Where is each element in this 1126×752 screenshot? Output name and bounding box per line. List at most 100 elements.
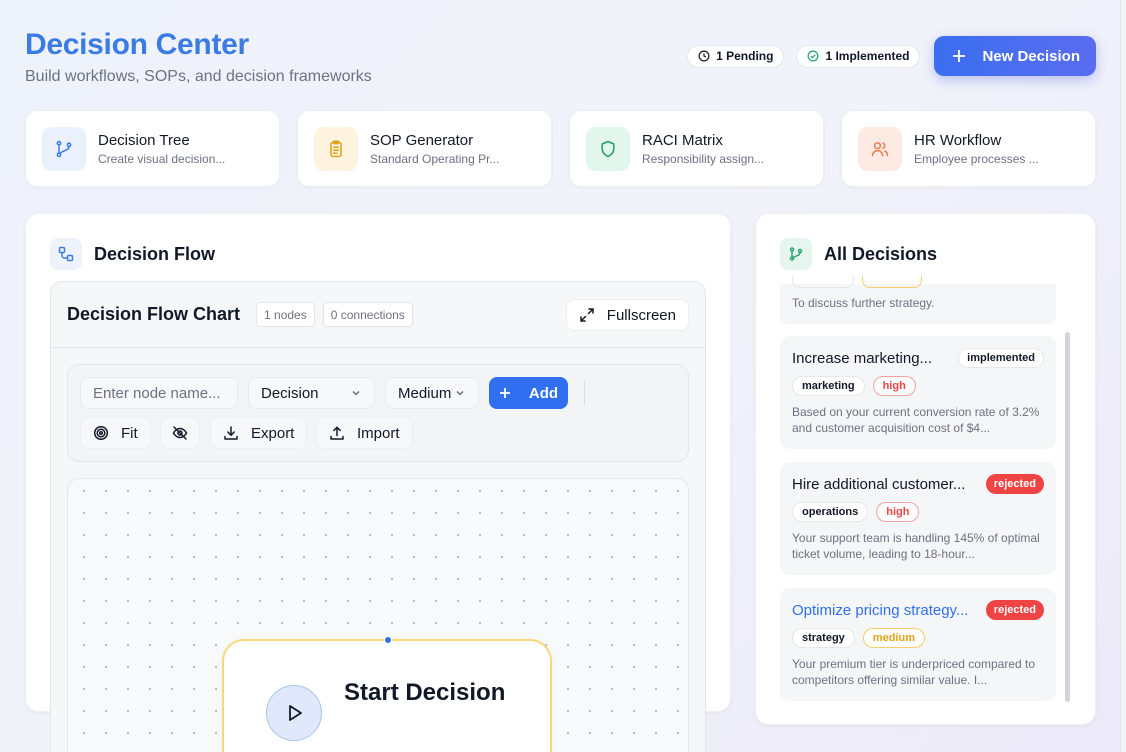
tool-card-hr-workflow[interactable]: HR Workflow Employee processes ... xyxy=(841,110,1096,187)
pending-label: 1 Pending xyxy=(716,49,774,63)
flow-canvas[interactable]: Start Decision xyxy=(67,478,689,752)
all-decisions-header: All Decisions xyxy=(780,238,937,270)
plus-icon xyxy=(499,388,510,398)
tool-icon-wrap xyxy=(858,126,902,171)
start-node-title: Start Decision xyxy=(344,679,506,706)
workflow-icon-wrap xyxy=(50,238,82,270)
category-tag: marketing xyxy=(792,376,865,396)
category-tag: strategy xyxy=(792,628,855,648)
clock-icon xyxy=(698,50,710,62)
toggle-visibility-button[interactable] xyxy=(160,417,200,449)
flow-chart: Decision Flow Chart 1 nodes 0 connection… xyxy=(50,281,706,752)
tool-card-decision-tree[interactable]: Decision Tree Create visual decision... xyxy=(25,110,280,187)
import-label: Import xyxy=(357,424,400,442)
decision-title: Optimize pricing strategy... xyxy=(792,601,969,619)
flow-toolbar: Decision Medium Add Fit Export Import xyxy=(67,364,689,462)
status-badge: rejected xyxy=(985,600,1044,620)
shield-icon xyxy=(601,140,615,157)
priority-tag: medium xyxy=(862,628,925,648)
priority-select[interactable]: Medium xyxy=(385,377,479,409)
add-label: Add xyxy=(528,384,559,402)
import-button[interactable]: Import xyxy=(316,417,413,449)
node-type-select[interactable]: Decision xyxy=(248,377,375,409)
tool-desc: Employee processes ... xyxy=(914,151,1039,166)
clipped-tag xyxy=(792,276,854,288)
flow-chart-header: Decision Flow Chart 1 nodes 0 connection… xyxy=(51,282,705,348)
tool-icon-wrap xyxy=(586,126,630,171)
tool-desc: Responsibility assign... xyxy=(642,151,765,166)
workflow-icon xyxy=(58,246,74,262)
fit-label: Fit xyxy=(121,424,138,442)
clipboard-icon xyxy=(330,139,342,157)
node-connection-handle[interactable] xyxy=(384,636,392,644)
new-decision-label: New Decision xyxy=(982,47,1080,65)
clipped-tag xyxy=(862,276,922,288)
chevron-down-icon xyxy=(456,390,464,396)
branch-icon-wrap xyxy=(780,238,812,270)
page-scrollbar[interactable] xyxy=(1120,0,1126,752)
tool-desc: Standard Operating Pr... xyxy=(370,151,500,166)
decision-desc: Your premium tier is underpriced compare… xyxy=(792,657,1036,687)
new-decision-button[interactable]: New Decision xyxy=(934,36,1096,76)
decision-card-partial[interactable]: To discuss further strategy. xyxy=(780,276,1056,324)
upload-icon xyxy=(330,426,344,440)
implemented-badge: 1 Implemented xyxy=(796,44,921,68)
toolbar-divider xyxy=(584,381,585,405)
node-name-input[interactable] xyxy=(80,377,238,409)
priority-tag: high xyxy=(876,502,920,522)
tool-name: SOP Generator xyxy=(370,131,474,149)
check-circle-icon xyxy=(807,50,819,62)
tool-card-raci-matrix[interactable]: RACI Matrix Responsibility assign... xyxy=(569,110,824,187)
decision-card[interactable]: Optimize pricing strategy... rejected st… xyxy=(780,588,1056,701)
tool-icon-wrap xyxy=(42,126,86,171)
status-badge: rejected xyxy=(985,474,1044,494)
tool-name: RACI Matrix xyxy=(642,131,723,149)
decision-card[interactable]: Hire additional customer... rejected ope… xyxy=(780,462,1056,575)
eye-off-icon xyxy=(172,426,188,440)
all-decisions-panel: All Decisions To discuss further strateg… xyxy=(755,213,1096,725)
decision-flow-title: Decision Flow xyxy=(94,243,216,264)
pending-badge: 1 Pending xyxy=(687,44,785,68)
flow-chart-title: Decision Flow Chart xyxy=(67,304,241,324)
expand-icon xyxy=(580,308,594,322)
branch-icon xyxy=(56,140,72,157)
page-title: Decision Center xyxy=(25,28,249,61)
implemented-label: 1 Implemented xyxy=(825,49,910,63)
add-node-button[interactable]: Add xyxy=(489,377,568,409)
start-decision-node[interactable]: Start Decision xyxy=(222,636,552,752)
page-header: Decision Center Build workflows, SOPs, a… xyxy=(25,28,372,86)
category-tag: operations xyxy=(792,502,869,522)
priority-value: Medium xyxy=(398,384,452,402)
tool-card-sop-generator[interactable]: SOP Generator Standard Operating Pr... xyxy=(297,110,552,187)
download-icon xyxy=(224,426,238,440)
all-decisions-title: All Decisions xyxy=(824,243,938,264)
connections-count-badge: 0 connections xyxy=(322,302,413,327)
status-badge: implemented xyxy=(958,348,1044,368)
decision-title: Hire additional customer... xyxy=(792,475,966,493)
fullscreen-button[interactable]: Fullscreen xyxy=(565,299,689,331)
play-icon-wrap xyxy=(266,685,322,741)
chevron-down-icon xyxy=(352,390,360,396)
fit-button[interactable]: Fit xyxy=(80,417,151,449)
decision-title: Increase marketing... xyxy=(792,349,933,367)
header-actions: 1 Pending 1 Implemented New Decision xyxy=(687,36,1096,76)
priority-tag: high xyxy=(872,376,916,396)
decisions-scrollbar[interactable] xyxy=(1065,332,1070,702)
decision-desc: To discuss further strategy. xyxy=(792,296,935,310)
decision-desc: Based on your current conversion rate of… xyxy=(792,405,1040,435)
plus-icon xyxy=(953,50,966,62)
decision-flow-header: Decision Flow xyxy=(50,238,215,270)
fullscreen-label: Fullscreen xyxy=(606,306,676,324)
decision-desc: Your support team is handling 145% of op… xyxy=(792,531,1040,561)
branch-icon xyxy=(789,247,803,261)
tool-name: Decision Tree xyxy=(98,131,190,149)
export-button[interactable]: Export xyxy=(210,417,308,449)
decision-card[interactable]: Increase marketing... implemented market… xyxy=(780,336,1056,449)
target-icon xyxy=(93,425,109,441)
users-icon xyxy=(871,141,889,156)
page-subtitle: Build workflows, SOPs, and decision fram… xyxy=(25,68,372,85)
tool-icon-wrap xyxy=(314,126,358,171)
play-icon xyxy=(289,705,302,721)
node-type-value: Decision xyxy=(261,384,319,402)
export-label: Export xyxy=(251,424,295,442)
